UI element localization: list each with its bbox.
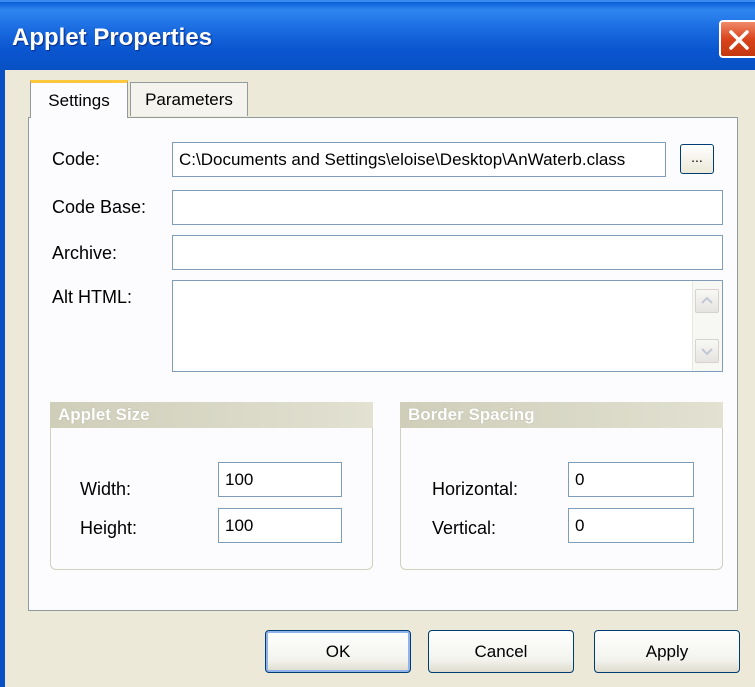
vertical-input[interactable]: 0 — [568, 508, 694, 543]
horizontal-input[interactable]: 0 — [568, 462, 694, 497]
browse-button[interactable]: ... — [680, 144, 714, 174]
window-title: Applet Properties — [12, 24, 213, 51]
width-label: Width: — [80, 479, 132, 499]
close-button[interactable] — [719, 20, 755, 58]
window-border — [0, 70, 5, 687]
border-spacing-header: Border Spacing — [400, 402, 723, 428]
horizontal-label: Horizontal: — [432, 479, 519, 499]
codebase-label: Code Base: — [52, 197, 147, 217]
scroll-down-button[interactable] — [695, 339, 719, 363]
tab-parameters[interactable]: Parameters — [130, 82, 248, 116]
althtml-scrollbar[interactable] — [692, 281, 722, 371]
cancel-button[interactable]: Cancel — [428, 630, 574, 673]
code-input[interactable]: C:\Documents and Settings\eloise\Desktop… — [172, 142, 666, 177]
althtml-label: Alt HTML: — [52, 287, 133, 307]
apply-button[interactable]: Apply — [594, 630, 740, 673]
codebase-input[interactable] — [172, 190, 723, 225]
vertical-label: Vertical: — [432, 518, 497, 538]
scroll-down-icon — [701, 348, 713, 356]
title-bar[interactable]: Applet Properties — [0, 0, 755, 70]
scroll-up-button[interactable] — [695, 289, 719, 313]
applet-size-header: Applet Size — [50, 402, 373, 428]
archive-input[interactable] — [172, 235, 723, 270]
ok-button[interactable]: OK — [265, 630, 411, 673]
althtml-textarea[interactable] — [172, 280, 723, 372]
applet-properties-dialog: Applet Properties Settings Parameters Co… — [0, 0, 755, 687]
height-label: Height: — [80, 518, 138, 538]
scroll-up-icon — [701, 296, 713, 304]
tab-settings[interactable]: Settings — [30, 80, 128, 118]
width-input[interactable]: 100 — [218, 462, 342, 497]
code-input-value: C:\Documents and Settings\eloise\Desktop… — [179, 150, 626, 169]
close-icon — [729, 30, 749, 50]
code-label: Code: — [52, 149, 101, 169]
archive-label: Archive: — [52, 243, 118, 263]
height-input[interactable]: 100 — [218, 508, 342, 543]
